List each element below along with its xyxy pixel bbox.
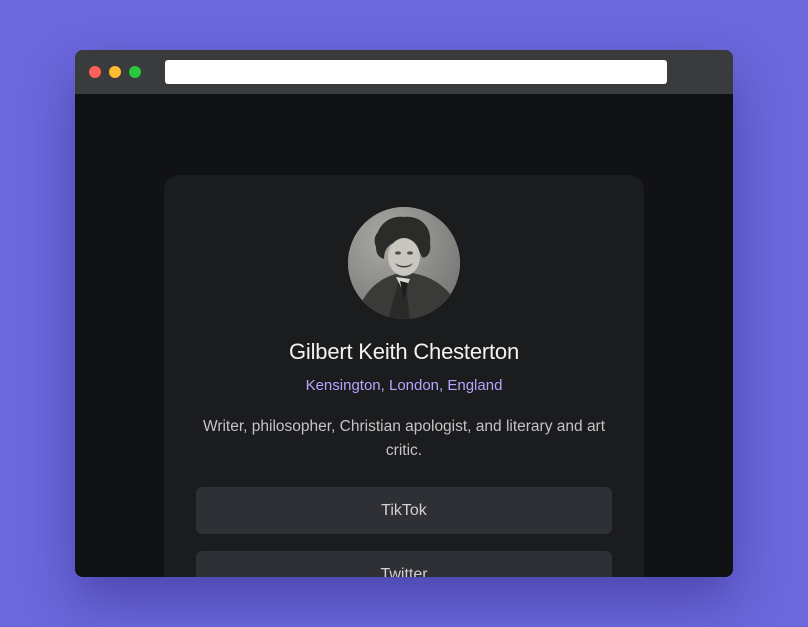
profile-card: Gilbert Keith Chesterton Kensington, Lon… (164, 175, 644, 577)
profile-location: Kensington, London, England (305, 377, 503, 394)
page-viewport: Gilbert Keith Chesterton Kensington, Lon… (75, 94, 733, 577)
twitter-link-button[interactable]: Twitter (196, 551, 612, 577)
portrait-image (348, 207, 460, 319)
minimize-window-button[interactable] (109, 66, 121, 78)
browser-window: Gilbert Keith Chesterton Kensington, Lon… (75, 50, 733, 577)
close-window-button[interactable] (89, 66, 101, 78)
tiktok-link-button[interactable]: TikTok (196, 487, 612, 534)
profile-name: Gilbert Keith Chesterton (289, 339, 519, 364)
title-bar (75, 50, 733, 94)
profile-bio: Writer, philosopher, Christian apologist… (202, 418, 606, 459)
address-bar[interactable] (165, 60, 667, 84)
maximize-window-button[interactable] (129, 66, 141, 78)
avatar (348, 207, 460, 319)
